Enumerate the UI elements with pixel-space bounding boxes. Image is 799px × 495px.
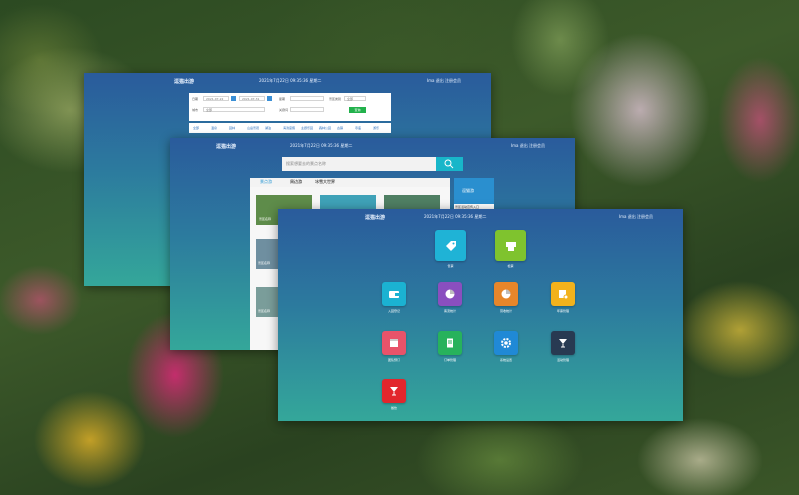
quick-link[interactable]: 游乐 [373, 126, 379, 130]
scenic-card[interactable]: 景区名称 [256, 287, 278, 317]
app-tile[interactable]: 入园登记 [382, 282, 406, 313]
search-button[interactable] [436, 157, 463, 171]
user-menu[interactable]: Ima 退出 注册会员 [427, 78, 461, 84]
app-tile-label: 团队预订 [387, 358, 400, 362]
tag-icon [435, 230, 466, 261]
app-tile[interactable]: 检票 [495, 230, 526, 268]
app-tile[interactable]: 订单管理 [438, 331, 462, 362]
app-tile[interactable]: 团队预订 [382, 331, 406, 362]
app-tile-label: 入园登记 [387, 309, 400, 313]
window-header: 逗猫出游 2021年7月22日 09:35:36 星期二 Ima 退出 注册会员 [84, 73, 491, 89]
app-title: 逗猫出游 [174, 78, 195, 85]
pie-chart-icon [438, 282, 462, 306]
type-select[interactable]: 全部 [344, 96, 366, 101]
quick-links-bar: 全部 温泉 园林 山岳景观 湖泊 海滨度假 主题乐园 森林公园 古镇 寺庙 游乐 [189, 123, 391, 133]
type-label: 景区类别 [329, 97, 342, 101]
promo-badge[interactable]: 逗猫游 [454, 178, 494, 204]
app-tile-label: 活动管理 [556, 358, 569, 362]
week-field[interactable] [290, 96, 324, 101]
search-form-panel: 日期 2021-07-22 2021-07-31 星期 景区类别 全部 城市 全… [189, 93, 391, 121]
app-title: 逗猫出游 [216, 143, 237, 150]
datetime: 2021年7月22日 09:35:36 星期二 [424, 214, 487, 219]
app-tile-label: 餐饮 [390, 406, 397, 410]
app-tile-label: 年票管理 [556, 309, 569, 313]
user-menu[interactable]: Ima 退出 注册会员 [511, 143, 545, 149]
app-tile[interactable]: 系统设置 [494, 331, 518, 362]
card-settings-icon [551, 282, 575, 306]
keyword-input[interactable] [290, 107, 324, 112]
datetime: 2021年7月22日 09:35:36 星期二 [259, 78, 322, 83]
app-tile-label: 售票 [447, 264, 454, 268]
window-header: 逗猫出游 2021年7月22日 09:35:36 星期二 Ima 退出 注册会员 [278, 209, 683, 225]
cocktail-icon [382, 379, 406, 403]
quick-link[interactable]: 古镇 [337, 126, 343, 130]
quick-link[interactable]: 主题乐园 [301, 126, 313, 130]
app-tile-label: 检票 [507, 264, 514, 268]
category-tabs: 景点游 周边游 冰雪大世界 [250, 178, 450, 187]
city-label: 城市 [192, 108, 199, 112]
query-button[interactable]: 查询 [349, 107, 366, 113]
window-app-launcher: 逗猫出游 2021年7月22日 09:35:36 星期二 Ima 退出 注册会员… [278, 209, 683, 421]
app-tile[interactable]: 年票管理 [551, 282, 575, 313]
pie-chart-icon [494, 282, 518, 306]
app-tile[interactable]: 营收统计 [494, 282, 518, 313]
document-icon [438, 331, 462, 355]
calendar-icon [382, 331, 406, 355]
keyword-label: 关键词 [279, 108, 289, 112]
city-select[interactable]: 全部 [203, 107, 265, 112]
ticket-printer-icon [495, 230, 526, 261]
quick-link[interactable]: 园林 [229, 126, 235, 130]
quick-link[interactable]: 寺庙 [355, 126, 361, 130]
quick-link[interactable]: 温泉 [211, 126, 217, 130]
app-tile[interactable]: 活动管理 [551, 331, 575, 362]
app-tile[interactable]: 售票 [435, 230, 466, 268]
search-input[interactable]: 搜索想要去的景点名称 [282, 157, 436, 171]
calendar-icon[interactable] [231, 96, 236, 101]
app-tile-label: 系统设置 [499, 358, 512, 362]
tab-scenic[interactable]: 景点游 [260, 179, 272, 185]
window-header: 逗猫出游 2021年7月22日 09:35:36 星期二 Ima 退出 注册会员 [170, 138, 575, 154]
app-tile-label: 客流统计 [443, 309, 456, 313]
week-label: 星期 [279, 97, 286, 101]
date-from-field[interactable]: 2021-07-22 [203, 96, 229, 101]
date-to-field[interactable]: 2021-07-31 [239, 96, 265, 101]
app-tile-label: 营收统计 [499, 309, 512, 313]
quick-link[interactable]: 全部 [193, 126, 199, 130]
tab-ice-world[interactable]: 冰雪大世界 [315, 179, 335, 185]
quick-link[interactable]: 湖泊 [265, 126, 271, 130]
app-tile[interactable]: 餐饮 [382, 379, 406, 410]
quick-link[interactable]: 森林公园 [319, 126, 331, 130]
quick-link[interactable]: 山岳景观 [247, 126, 259, 130]
app-title: 逗猫出游 [365, 214, 386, 221]
quick-link[interactable]: 海滨度假 [283, 126, 295, 130]
wallet-icon [382, 282, 406, 306]
tab-nearby[interactable]: 周边游 [290, 179, 302, 185]
user-menu[interactable]: Ima 退出 注册会员 [619, 214, 653, 220]
calendar-icon[interactable] [267, 96, 272, 101]
gear-icon [494, 331, 518, 355]
date-label: 日期 [192, 97, 199, 101]
datetime: 2021年7月22日 09:35:36 星期二 [290, 143, 353, 148]
app-tile-label: 订单管理 [443, 358, 456, 362]
scenic-card[interactable]: 景区名称 [256, 239, 278, 269]
search-icon [444, 159, 454, 169]
cocktail-icon [551, 331, 575, 355]
app-tile[interactable]: 客流统计 [438, 282, 462, 313]
